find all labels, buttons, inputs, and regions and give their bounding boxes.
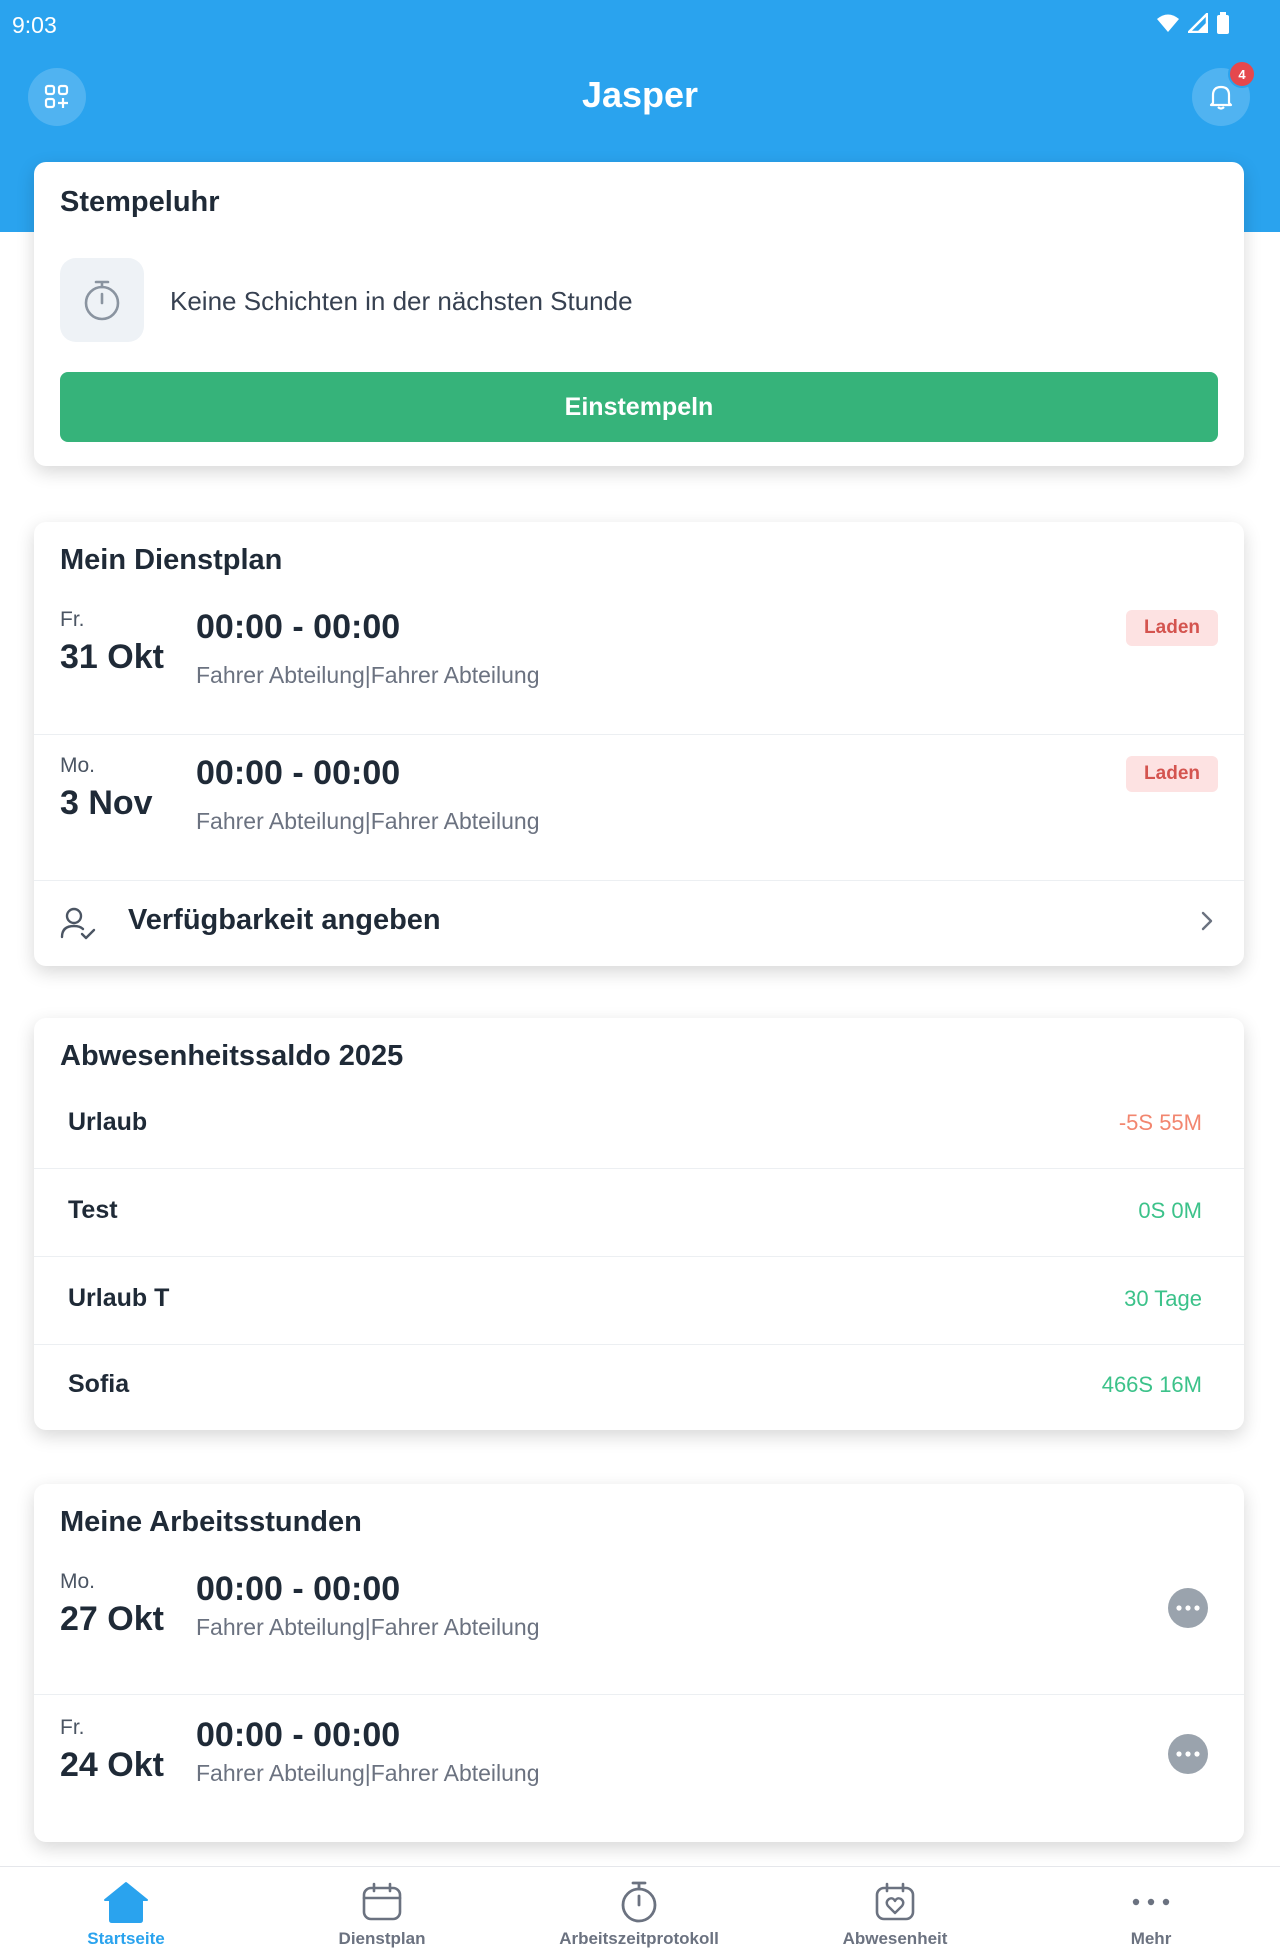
entry-department: Fahrer Abteilung|Fahrer Abteilung	[196, 1614, 540, 1640]
entry-date: 24 Okt	[60, 1746, 164, 1784]
entry-time: 00:00 - 00:00	[196, 1570, 401, 1608]
work-hours-title: Meine Arbeitsstunden	[60, 1506, 362, 1538]
clock-message: Keine Schichten in der nächsten Stunde	[170, 286, 633, 316]
work-entry-row[interactable]: Mo. 27 Okt 00:00 - 00:00 Fahrer Abteilun…	[34, 1550, 1244, 1696]
calendar-icon	[362, 1882, 402, 1921]
schedule-card: Mein Dienstplan Fr. 31 Okt 00:00 - 00:00…	[34, 522, 1244, 966]
balance-value: 466S 16M	[1101, 1372, 1202, 1397]
signal-icon	[1188, 13, 1208, 33]
more-horizontal-icon	[1176, 1751, 1200, 1757]
shift-day-of-week: Mo.	[60, 754, 96, 777]
entry-more-button[interactable]	[1168, 1734, 1208, 1774]
balance-row: Sofia 466S 16M	[34, 1342, 1244, 1430]
balance-label: Test	[68, 1196, 118, 1224]
shift-department: Fahrer Abteilung|Fahrer Abteilung	[196, 808, 540, 834]
app-bar: Jasper 4	[0, 52, 1280, 144]
balance-value: 30 Tage	[1124, 1286, 1202, 1311]
nav-item-dienstplan[interactable]: Dienstplan	[267, 1877, 497, 1949]
chevron-right-icon	[1201, 911, 1213, 931]
bottom-nav: Startseite Dienstplan Arbeitszeitprotoko…	[0, 1866, 1280, 1954]
schedule-card-title: Mein Dienstplan	[60, 544, 283, 576]
more-icon	[1132, 1898, 1170, 1906]
shift-day-of-week: Fr.	[60, 608, 85, 631]
balance-value: 0S 0M	[1138, 1198, 1202, 1223]
shift-row[interactable]: Mo. 3 Nov 00:00 - 00:00 Fahrer Abteilung…	[34, 734, 1244, 880]
calendar-heart-icon	[875, 1882, 915, 1921]
nav-item-abwesenheit[interactable]: Abwesenheit	[780, 1877, 1010, 1949]
nav-item-mehr[interactable]: Mehr	[1036, 1877, 1266, 1949]
nav-label: Abwesenheit	[842, 1929, 948, 1948]
nav-label: Dienstplan	[338, 1929, 426, 1948]
entry-more-button[interactable]	[1168, 1588, 1208, 1628]
home-icon	[104, 1882, 148, 1923]
stopwatch-icon	[84, 280, 120, 321]
clock-in-button[interactable]: Einstempeln	[60, 372, 1218, 442]
shift-tag: Laden	[1126, 756, 1218, 792]
stopwatch-icon	[621, 1881, 657, 1923]
row-divider	[34, 1694, 1244, 1695]
stopwatch-icon-box	[60, 258, 144, 342]
work-hours-card: Meine Arbeitsstunden Mo. 27 Okt 00:00 - …	[34, 1484, 1244, 1842]
more-horizontal-icon	[1176, 1605, 1200, 1611]
nav-label: Mehr	[1130, 1929, 1172, 1948]
balance-label: Urlaub T	[68, 1284, 170, 1312]
wifi-icon	[1157, 14, 1179, 32]
page-title: Jasper	[581, 74, 699, 115]
battery-icon	[1217, 12, 1229, 34]
absence-balance-title: Abwesenheitssaldo 2025	[60, 1040, 404, 1072]
shift-date: 3 Nov	[60, 784, 153, 822]
entry-department: Fahrer Abteilung|Fahrer Abteilung	[196, 1760, 540, 1786]
shift-tag: Laden	[1126, 610, 1218, 646]
nav-item-startseite[interactable]: Startseite	[11, 1877, 241, 1949]
balance-label: Urlaub	[68, 1108, 148, 1136]
shift-row[interactable]: Fr. 31 Okt 00:00 - 00:00 Fahrer Abteilun…	[34, 588, 1244, 734]
clock-card-title: Stempeluhr	[60, 186, 220, 218]
entry-day-of-week: Fr.	[60, 1716, 85, 1739]
nav-label: Arbeitszeitprotokoll	[559, 1929, 719, 1948]
balance-row: Test 0S 0M	[34, 1168, 1244, 1256]
entry-time: 00:00 - 00:00	[196, 1716, 401, 1754]
notifications-button[interactable]: 4	[1192, 60, 1256, 126]
status-time: 9:03	[12, 12, 57, 38]
user-check-icon	[60, 907, 96, 940]
shift-time: 00:00 - 00:00	[196, 608, 401, 646]
availability-row[interactable]: Verfügbarkeit angeben	[34, 880, 1244, 964]
balance-value: -5S 55M	[1118, 1110, 1202, 1135]
status-bar: 9:03	[0, 0, 1280, 52]
balance-row: Urlaub T 30 Tage	[34, 1256, 1244, 1344]
absence-balance-card: Abwesenheitssaldo 2025 Urlaub -5S 55M Te…	[34, 1018, 1244, 1430]
nav-item-arbeitszeitprotokoll[interactable]: Arbeitszeitprotokoll	[524, 1877, 754, 1949]
bell-icon	[1209, 85, 1233, 110]
balance-row: Urlaub -5S 55M	[34, 1080, 1244, 1168]
work-entry-row[interactable]: Fr. 24 Okt 00:00 - 00:00 Fahrer Abteilun…	[34, 1696, 1244, 1842]
nav-label: Startseite	[87, 1929, 165, 1948]
shift-time: 00:00 - 00:00	[196, 754, 401, 792]
shift-department: Fahrer Abteilung|Fahrer Abteilung	[196, 662, 540, 688]
clock-card: Stempeluhr Keine Schichten in der nächst…	[34, 162, 1244, 466]
balance-label: Sofia	[68, 1370, 130, 1398]
shift-date: 31 Okt	[60, 638, 164, 676]
status-icons	[1156, 12, 1230, 34]
entry-date: 27 Okt	[60, 1600, 164, 1638]
entry-day-of-week: Mo.	[60, 1570, 96, 1593]
notification-badge: 4	[1228, 60, 1256, 88]
availability-label: Verfügbarkeit angeben	[128, 904, 441, 936]
